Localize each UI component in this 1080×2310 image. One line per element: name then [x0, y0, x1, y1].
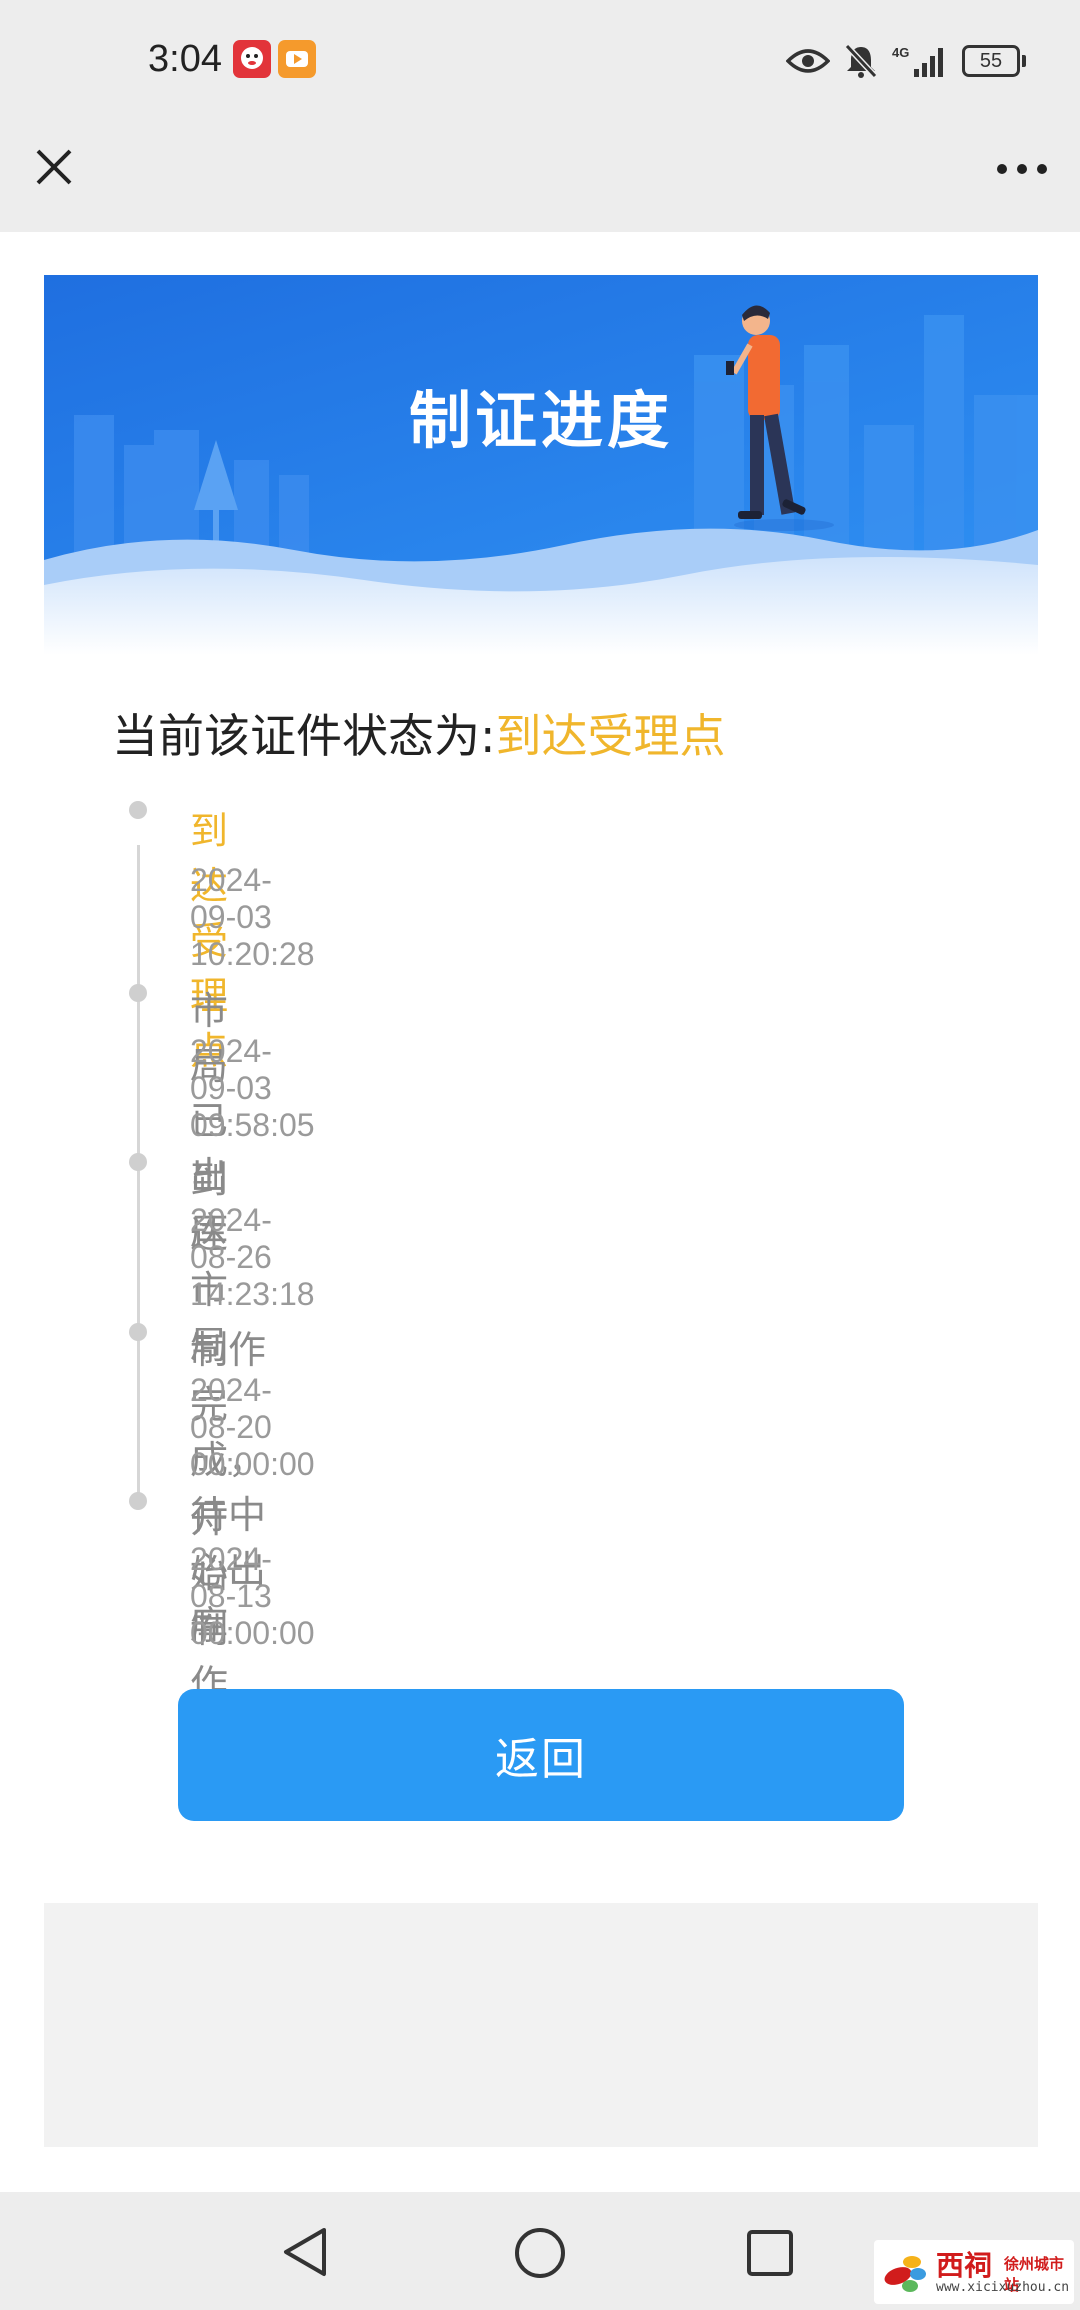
close-icon[interactable] — [30, 143, 78, 191]
back-nav-icon[interactable] — [280, 2226, 330, 2278]
recents-nav-icon[interactable] — [745, 2228, 795, 2278]
top-bar — [0, 125, 1080, 232]
timeline-dot — [129, 1153, 147, 1171]
certificate-status: 当前该证件状态为:到达受理点 — [112, 700, 726, 766]
status-time: 3:04 — [148, 38, 222, 80]
status-current: 到达受理点 — [495, 709, 726, 763]
banner-title: 制证进度 — [408, 384, 673, 457]
watermark-brand: 西祠 — [936, 2249, 993, 2282]
status-bar: 3:04 4G 55 — [0, 0, 1080, 125]
timeline-line — [137, 845, 140, 1505]
network-type: 4G — [892, 45, 909, 60]
back-button[interactable]: 返回 — [178, 1689, 904, 1821]
timeline-item-time: 2024-08-13 00:00:00 — [190, 1541, 315, 1651]
timeline-dot — [129, 1323, 147, 1341]
video-app-icon — [278, 40, 316, 78]
battery-icon: 55 — [962, 45, 1026, 77]
home-nav-icon[interactable] — [513, 2226, 567, 2280]
banner-illustration — [44, 275, 1038, 655]
jd-app-icon — [233, 40, 271, 78]
timeline-dot — [129, 984, 147, 1002]
status-prefix: 当前该证件状态为: — [112, 709, 496, 763]
watermark-url: www.xicixuzhou.cn — [936, 2280, 1070, 2295]
bell-muted-icon — [844, 43, 878, 79]
watermark: 西祠 徐州城市站 www.xicixuzhou.cn — [874, 2240, 1074, 2304]
timeline-dot — [129, 1492, 147, 1510]
signal-icon: 4G — [892, 45, 943, 77]
timeline-dot — [129, 801, 147, 819]
timeline-item-time: 2024-08-26 14:23:18 — [190, 1202, 315, 1312]
timeline-item-time: 2024-09-03 10:20:28 — [190, 862, 315, 972]
footer-panel — [44, 1903, 1038, 2147]
banner: 制证进度 — [44, 275, 1038, 655]
timeline-item-time: 2024-08-20 00:00:00 — [190, 1372, 315, 1482]
timeline-item-time: 2024-09-03 09:58:05 — [190, 1033, 315, 1143]
more-icon[interactable] — [994, 155, 1050, 183]
eye-icon — [786, 49, 830, 73]
xici-logo-icon — [884, 2256, 926, 2292]
